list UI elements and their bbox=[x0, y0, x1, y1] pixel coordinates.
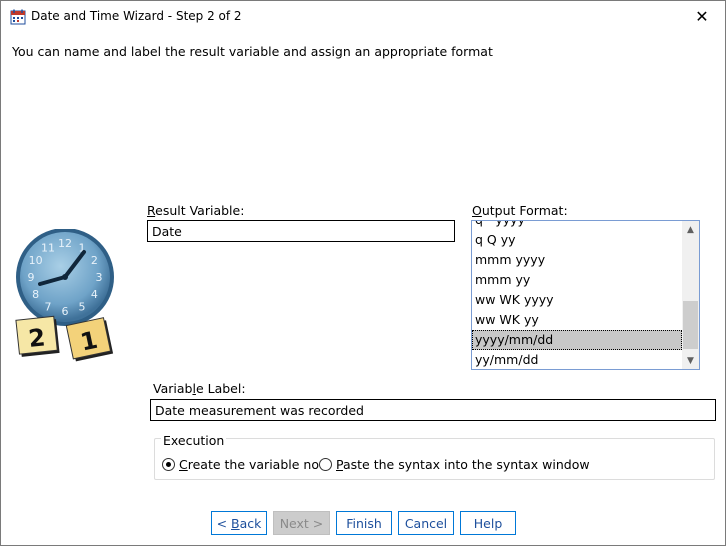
back-button[interactable]: < Back bbox=[211, 511, 267, 535]
output-format-item[interactable]: yy/mm/dd bbox=[472, 350, 682, 369]
scroll-up-arrow-icon[interactable]: ▲ bbox=[682, 221, 699, 238]
next-button: Next > bbox=[273, 511, 330, 535]
radio-selected-icon[interactable] bbox=[162, 458, 175, 471]
clock-number: 2 bbox=[91, 254, 98, 267]
finish-button[interactable]: Finish bbox=[336, 511, 392, 535]
clock-number: 4 bbox=[91, 288, 98, 301]
variable-label-input[interactable]: Date measurement was recorded bbox=[150, 399, 716, 421]
close-button[interactable]: ✕ bbox=[679, 1, 725, 32]
output-format-items: q - yyyyq Q yymmm yyyymmm yyww WK yyyyww… bbox=[472, 221, 682, 369]
output-format-item[interactable]: mmm yyyy bbox=[472, 250, 682, 270]
clock-number: 5 bbox=[79, 300, 86, 313]
paste-syntax-radio[interactable]: Paste the syntax into the syntax window bbox=[319, 457, 590, 472]
clock-number: 12 bbox=[58, 237, 72, 250]
window-title: Date and Time Wizard - Step 2 of 2 bbox=[31, 9, 242, 23]
clock-calendar-illustration: 12 1234567891011 2 1 bbox=[15, 229, 114, 362]
output-format-item[interactable]: ww WK yyyy bbox=[472, 290, 682, 310]
clock-number: 7 bbox=[45, 300, 52, 313]
clock-number: 10 bbox=[29, 254, 43, 267]
result-variable-label: Result Variable: bbox=[147, 203, 245, 218]
clock-number: 8 bbox=[32, 288, 39, 301]
app-icon bbox=[10, 9, 26, 25]
clock-number: 11 bbox=[41, 242, 55, 255]
output-format-item[interactable]: q - yyyy bbox=[472, 221, 682, 230]
output-format-item[interactable]: mmm yy bbox=[472, 270, 682, 290]
output-format-item[interactable]: q Q yy bbox=[472, 230, 682, 250]
output-format-label: Output Format: bbox=[472, 203, 568, 218]
intro-text: You can name and label the result variab… bbox=[12, 44, 493, 59]
clock-number: 3 bbox=[96, 271, 103, 284]
scroll-down-arrow-icon[interactable]: ▼ bbox=[682, 352, 699, 369]
output-format-listbox[interactable]: q - yyyyq Q yymmm yyyymmm yyww WK yyyyww… bbox=[471, 220, 700, 370]
close-icon[interactable]: ✕ bbox=[695, 7, 708, 26]
output-format-scrollbar[interactable]: ▲ ▼ bbox=[682, 221, 699, 369]
radio-unselected-icon[interactable] bbox=[319, 458, 332, 471]
clock-number: 6 bbox=[62, 305, 69, 318]
cancel-button[interactable]: Cancel bbox=[398, 511, 454, 535]
help-button[interactable]: Help bbox=[460, 511, 516, 535]
scroll-thumb[interactable] bbox=[683, 301, 698, 349]
clock-number: 9 bbox=[28, 271, 35, 284]
create-variable-radio[interactable]: Create the variable now bbox=[162, 457, 329, 472]
output-format-item[interactable]: ww WK yy bbox=[472, 310, 682, 330]
calendar-left-digit: 2 bbox=[27, 323, 47, 353]
output-format-item[interactable]: yyyy/mm/dd bbox=[472, 330, 682, 350]
variable-label-label: Variable Label: bbox=[153, 381, 246, 396]
title-bar: Date and Time Wizard - Step 2 of 2 ✕ bbox=[1, 1, 725, 32]
result-variable-input[interactable]: Date bbox=[147, 220, 455, 242]
wizard-window: Date and Time Wizard - Step 2 of 2 ✕ You… bbox=[0, 0, 726, 546]
execution-legend: Execution bbox=[161, 433, 227, 448]
